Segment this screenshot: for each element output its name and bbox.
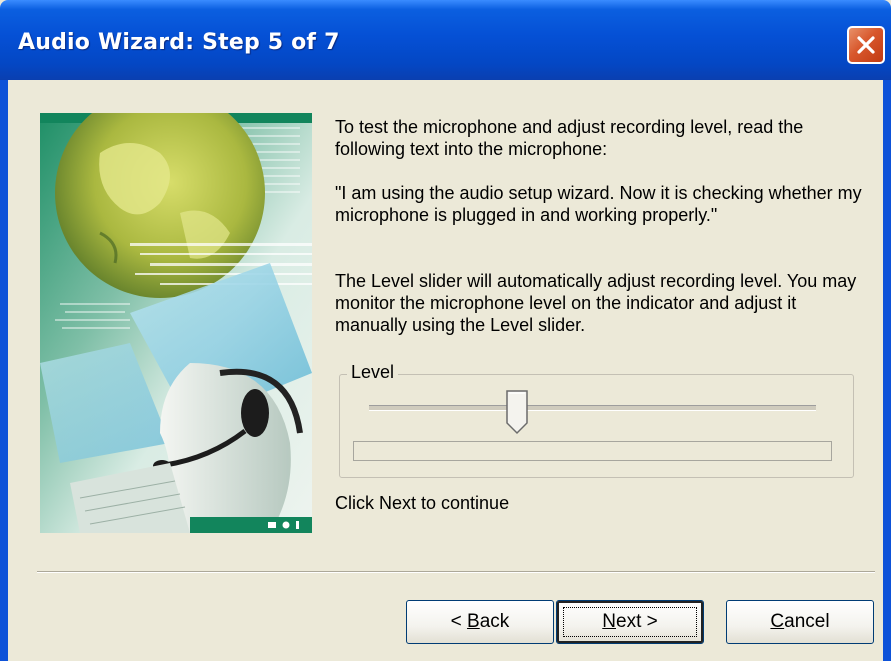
next-button-rest: ext > — [616, 611, 658, 632]
wizard-illustration — [40, 113, 312, 533]
button-divider — [37, 571, 875, 573]
close-button[interactable] — [847, 26, 885, 64]
cancel-button-mnemonic: C — [770, 611, 785, 632]
back-button-mnemonic: B — [467, 611, 480, 632]
level-group-label: Level — [347, 362, 399, 383]
level-groupbox — [339, 374, 854, 478]
next-button[interactable]: Next > — [556, 600, 704, 644]
next-button-mnemonic: N — [602, 611, 616, 632]
window-title: Audio Wizard: Step 5 of 7 — [18, 30, 340, 55]
window-frame-left — [0, 80, 8, 661]
cancel-button-rest: ancel — [784, 611, 830, 632]
level-slider-track[interactable] — [369, 405, 816, 411]
title-bar[interactable]: Audio Wizard: Step 5 of 7 — [0, 0, 891, 80]
cancel-button[interactable]: Cancel — [726, 600, 874, 644]
globe-headset-illustration — [40, 113, 312, 533]
instruction-text: To test the microphone and adjust record… — [335, 117, 804, 159]
continue-hint: Click Next to continue — [335, 493, 510, 513]
slider-description-text: The Level slider will automatically adju… — [335, 271, 857, 335]
close-icon — [857, 36, 875, 54]
back-button-rest: ack — [479, 611, 510, 632]
level-indicator-meter — [353, 441, 832, 461]
level-slider-thumb[interactable] — [505, 389, 529, 435]
back-button[interactable]: < Back — [406, 600, 554, 644]
back-button-prefix: < — [450, 611, 468, 632]
window-frame-right — [883, 80, 891, 661]
quote-text: "I am using the audio setup wizard. Now … — [335, 183, 862, 225]
